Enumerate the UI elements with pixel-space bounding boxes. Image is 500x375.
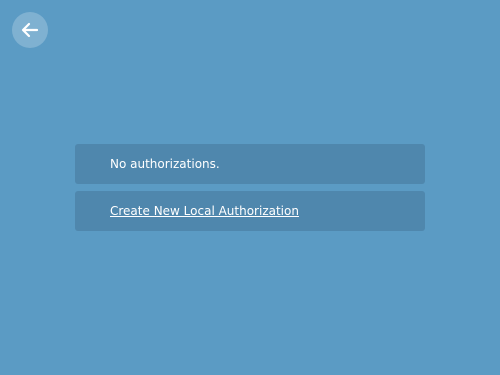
create-local-authorization-link[interactable]: Create New Local Authorization bbox=[110, 204, 299, 218]
authorizations-status-panel: No authorizations. bbox=[75, 144, 425, 184]
authorizations-page: No authorizations. Create New Local Auth… bbox=[0, 0, 500, 375]
back-button[interactable] bbox=[12, 12, 48, 48]
status-text: No authorizations. bbox=[110, 157, 220, 171]
arrow-left-icon bbox=[21, 22, 39, 38]
create-authorization-panel: Create New Local Authorization bbox=[75, 191, 425, 231]
